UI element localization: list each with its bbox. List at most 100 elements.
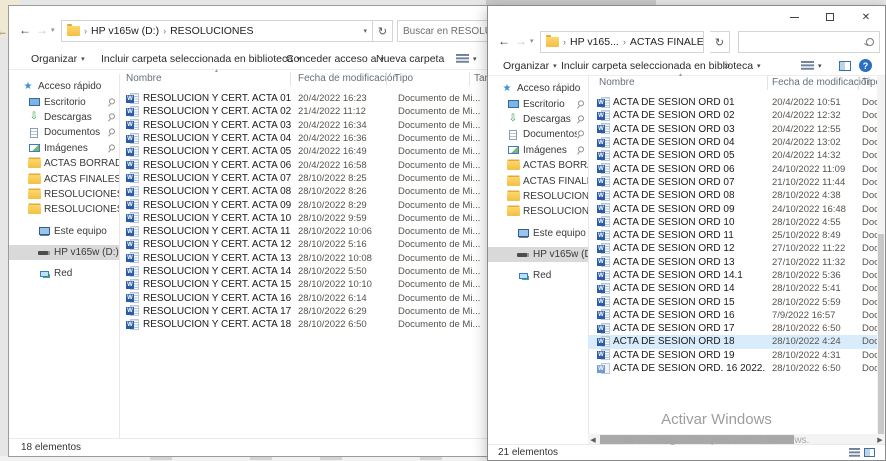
sidebar-item[interactable]: Documentos xyxy=(488,127,588,142)
refresh-button[interactable]: ↻ xyxy=(710,31,730,53)
back-button[interactable]: ← xyxy=(19,19,31,41)
sidebar-item[interactable]: Imágenes xyxy=(9,141,119,156)
organizar-menu[interactable]: Organizar xyxy=(503,56,557,75)
address-bar[interactable]: › HP v165... › ACTAS FINALES ▾ xyxy=(540,31,704,53)
vertical-scrollbar-thumb[interactable] xyxy=(878,234,884,436)
file-row[interactable]: W RESOLUCION Y CERT. ACTA 16 28/10/2022 … xyxy=(119,291,527,304)
address-bar[interactable]: › HP v165w (D:) › RESOLUCIONES ▾ xyxy=(61,20,373,42)
file-row[interactable]: W ACTA DE SESION ORD 10 28/10/2022 4:55 … xyxy=(588,216,877,229)
organizar-menu[interactable]: Organizar xyxy=(31,48,85,69)
minimize-button[interactable] xyxy=(780,8,808,26)
file-row[interactable]: W ACTA DE SESION ORD 01 20/4/2022 10:51 … xyxy=(588,96,877,109)
sidebar-item[interactable]: HP v165w (D:) xyxy=(9,245,119,260)
file-row[interactable]: W ACTA DE SESION ORD 14 28/10/2022 5:41 … xyxy=(588,282,877,295)
file-row[interactable]: W ACTA DE SESION ORD. 16 2022. 28/10/202… xyxy=(588,362,877,375)
sidebar-item[interactable]: RESOLUCIONES xyxy=(9,187,119,202)
forward-button[interactable]: → xyxy=(515,30,527,52)
sidebar-item[interactable]: ACTAS BORRADOR xyxy=(488,158,588,173)
sidebar-item[interactable]: Descargas xyxy=(488,112,588,127)
file-row[interactable]: W ACTA DE SESION ORD 12 27/10/2022 11:22… xyxy=(588,242,877,255)
file-row[interactable]: W ACTA DE SESION ORD 19 28/10/2022 4:31 … xyxy=(588,349,877,362)
file-row[interactable]: W ACTA DE SESION ORD 17 28/10/2022 6:50 … xyxy=(588,322,877,335)
file-row[interactable]: W ACTA DE SESION ORD 08 28/10/2022 4:38 … xyxy=(588,189,877,202)
file-row[interactable]: W RESOLUCION Y CERT. ACTA 13 28/10/2022 … xyxy=(119,252,527,265)
sidebar-item[interactable]: RESOLUCIONES xyxy=(488,189,588,204)
file-row[interactable]: W ACTA DE SESION ORD 11 25/10/2022 8:49 … xyxy=(588,229,877,242)
large-icons-view-toggle-icon[interactable] xyxy=(864,448,875,457)
sidebar-item[interactable]: Escritorio xyxy=(9,94,119,109)
file-row[interactable]: W ACTA DE SESION ORD 04 20/4/2022 13:02 … xyxy=(588,136,877,149)
column-header-nombre[interactable]: Nombre xyxy=(126,73,162,84)
file-row[interactable]: W RESOLUCION Y CERT. ACTA 03 20/4/2022 1… xyxy=(119,119,527,132)
sidebar-item[interactable]: Descargas xyxy=(9,110,119,125)
file-row[interactable]: W RESOLUCION Y CERT. ACTA 12 28/10/2022 … xyxy=(119,238,527,251)
file-row[interactable]: W ACTA DE SESION ORD 05 20/4/2022 14:32 … xyxy=(588,149,877,162)
nueva-carpeta-button[interactable]: Nueva carpeta xyxy=(376,48,444,69)
column-divider[interactable] xyxy=(386,72,387,86)
sidebar-item[interactable]: Imágenes xyxy=(488,143,588,158)
file-row[interactable]: W ACTA DE SESION ORD 09 24/10/2022 16:48… xyxy=(588,202,877,215)
file-row[interactable]: W ACTA DE SESION ORD 16 7/9/2022 16:57 D… xyxy=(588,309,877,322)
breadcrumb-drive[interactable]: HP v165w (D:) xyxy=(91,25,159,37)
file-row[interactable]: W RESOLUCION Y CERT. ACTA 15 28/10/2022 … xyxy=(119,278,527,291)
file-row[interactable]: W ACTA DE SESION ORD 02 20/4/2022 12:32 … xyxy=(588,109,877,122)
title-bar[interactable]: ✕ xyxy=(488,6,885,28)
file-row[interactable]: W ACTA DE SESION ORD 07 21/10/2022 11:44… xyxy=(588,176,877,189)
sidebar-item[interactable]: Red xyxy=(488,268,588,283)
sidebar-item[interactable]: Red xyxy=(9,266,119,281)
incluir-en-biblioteca-menu[interactable]: Incluir carpeta seleccionada en bibliote… xyxy=(101,48,301,69)
file-row[interactable]: W RESOLUCION Y CERT. ACTA 02 21/4/2022 1… xyxy=(119,105,527,118)
column-divider[interactable] xyxy=(469,72,470,86)
incluir-en-biblioteca-menu[interactable]: Incluir carpeta seleccionada en bibliote… xyxy=(561,56,761,75)
view-options-button[interactable]: ▾ xyxy=(801,56,822,75)
sidebar-item[interactable]: Escritorio xyxy=(488,96,588,111)
file-row[interactable]: W RESOLUCION Y CERT. ACTA 10 28/10/2022 … xyxy=(119,212,527,225)
file-row[interactable]: W RESOLUCION Y CERT. ACTA 01 20/4/2022 1… xyxy=(119,92,527,105)
help-button[interactable]: ? xyxy=(859,56,872,75)
view-options-button[interactable]: ▾ xyxy=(456,48,477,69)
file-row[interactable]: W ACTA DE SESION ORD 03 20/4/2022 12:55 … xyxy=(588,123,877,136)
sidebar-item[interactable]: ACTAS BORRADOR xyxy=(9,156,119,171)
preview-pane-button[interactable] xyxy=(839,56,851,75)
file-row[interactable]: W ACTA DE SESIÓN ORD 06 24/10/2022 11:09… xyxy=(588,162,877,175)
file-row[interactable]: W RESOLUCION Y CERT. ACTA 05 20/4/2022 1… xyxy=(119,145,527,158)
file-row[interactable]: W ACTA DE SESION ORD 15 28/10/2022 5:59 … xyxy=(588,295,877,308)
toolbar-overflow-chevron[interactable]: » xyxy=(724,56,730,75)
file-row[interactable]: W ACTA DE SESION ORD 14.1 28/10/2022 5:3… xyxy=(588,269,877,282)
sidebar-item[interactable]: Este equipo xyxy=(488,226,588,241)
refresh-button[interactable]: ↻ xyxy=(373,20,393,42)
column-divider[interactable] xyxy=(767,76,768,90)
vertical-scrollbar[interactable] xyxy=(877,76,885,434)
file-row[interactable]: W RESOLUCION Y CERT. ACTA 17 28/10/2022 … xyxy=(119,305,527,318)
sidebar-item[interactable]: ACTAS FINALES xyxy=(488,173,588,188)
file-row[interactable]: W ACTA DE SESION ORD 13 27/10/2022 11:32… xyxy=(588,256,877,269)
conceder-acceso-menu[interactable]: Conceder acceso a xyxy=(286,48,384,69)
file-row[interactable]: W RESOLUCION Y CERT. ACTA 11 28/10/2022 … xyxy=(119,225,527,238)
sidebar-item[interactable]: Acceso rápido xyxy=(9,79,119,94)
sidebar-item[interactable]: Acceso rápido xyxy=(488,81,588,96)
breadcrumb-folder[interactable]: ACTAS FINALES xyxy=(630,36,704,48)
column-header-tipo[interactable]: Tipo xyxy=(394,73,413,84)
column-header-fecha[interactable]: Fecha de modificación xyxy=(298,73,398,84)
recent-locations-caret-icon[interactable]: ▾ xyxy=(51,19,55,43)
file-row[interactable]: W RESOLUCION Y CERT. ACTA 18 28/10/2022 … xyxy=(119,318,527,331)
sidebar-item[interactable]: RESOLUCIONES 202 xyxy=(488,204,588,219)
recent-locations-caret-icon[interactable]: ▾ xyxy=(530,30,534,54)
close-button[interactable]: ✕ xyxy=(852,8,880,26)
details-view-toggle-icon[interactable] xyxy=(849,448,860,458)
sidebar-item[interactable]: RESOLUCIONES 202 xyxy=(9,202,119,217)
address-dropdown-caret-icon[interactable]: ▾ xyxy=(363,27,367,35)
search-box[interactable] xyxy=(738,31,880,53)
maximize-button[interactable] xyxy=(816,8,844,26)
file-row[interactable]: W RESOLUCION Y CERT. ACTA 14 28/10/2022 … xyxy=(119,265,527,278)
sidebar-item[interactable]: Este equipo xyxy=(9,224,119,239)
breadcrumb-folder[interactable]: RESOLUCIONES xyxy=(170,25,253,37)
column-divider[interactable] xyxy=(290,72,291,86)
column-divider[interactable] xyxy=(858,76,859,90)
sidebar-item[interactable]: ACTAS FINALES xyxy=(9,171,119,186)
sidebar-item[interactable]: Documentos xyxy=(9,125,119,140)
file-row[interactable]: W RESOLUCION Y CERT. ACTA 07 28/10/2022 … xyxy=(119,172,527,185)
breadcrumb-drive[interactable]: HP v165... xyxy=(570,36,619,48)
file-row[interactable]: W RESOLUCION Y CERT. ACTA 06 20/4/2022 1… xyxy=(119,158,527,171)
file-row[interactable]: W RESOLUCION Y CERT. ACTA 08 28/10/2022 … xyxy=(119,185,527,198)
